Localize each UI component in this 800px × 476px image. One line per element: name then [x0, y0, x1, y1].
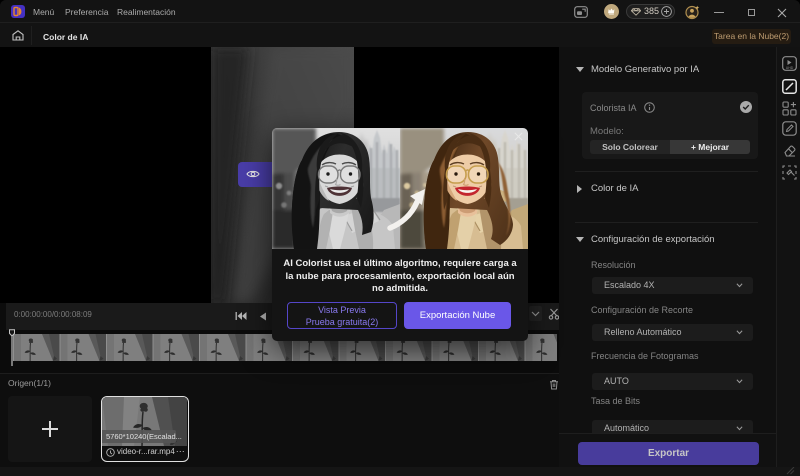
svg-text:UHD: UHD [786, 66, 794, 70]
